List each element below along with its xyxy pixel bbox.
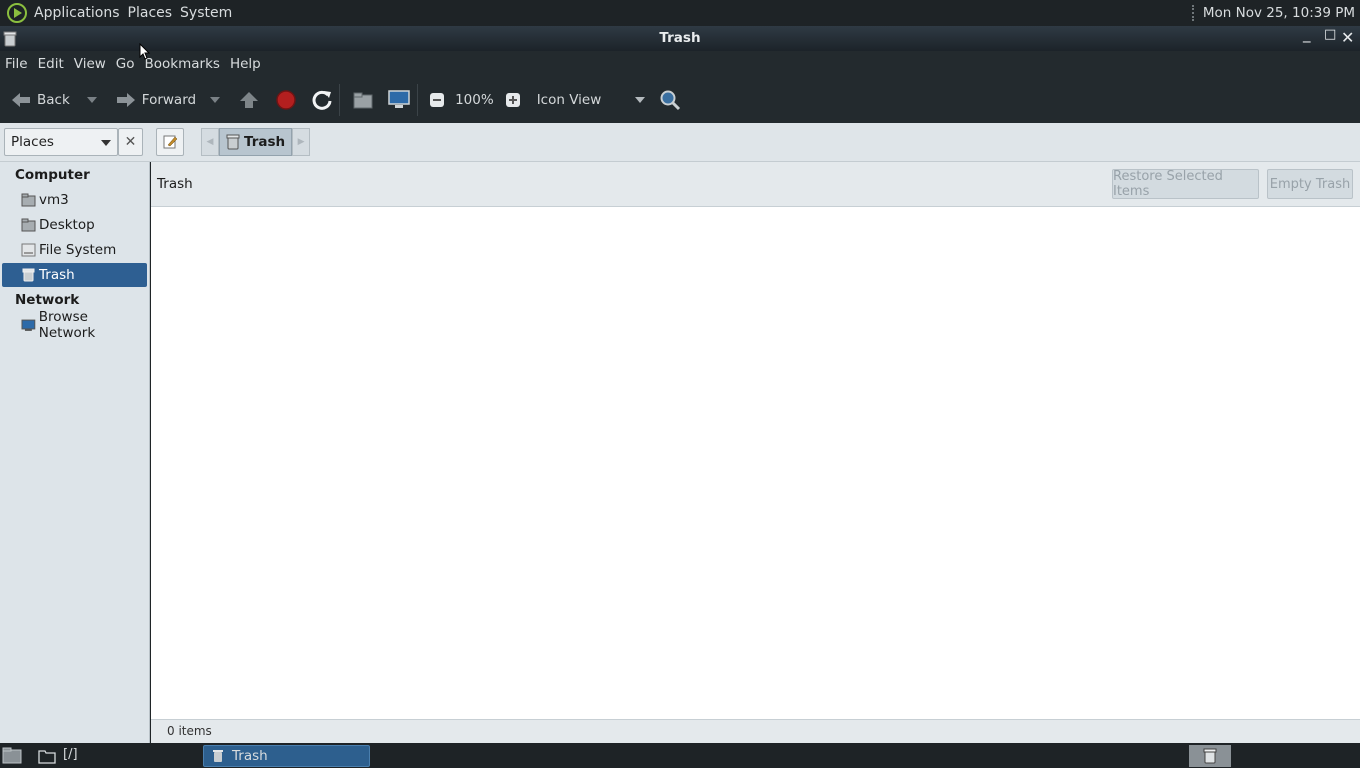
menu-edit[interactable]: Edit [38,56,64,72]
zoom-in-icon[interactable] [505,92,521,108]
sidebar-item-label: Browse Network [38,309,96,341]
sidebar-item-file-system[interactable]: File System [2,238,147,262]
menu-go[interactable]: Go [116,56,135,72]
clock[interactable]: Mon Nov 25, 10:39 PM [1203,5,1355,21]
forward-history-dropdown[interactable] [210,96,221,103]
breadcrumb: ◀ Trash ▶ [201,128,311,156]
toolbar: Back Forward 100% Icon View [0,76,1360,123]
menu-bookmarks[interactable]: Bookmarks [145,56,220,72]
back-arrow-icon [12,92,30,107]
sidebar-item-label: vm3 [39,192,69,208]
sidebar-item-label: Desktop [39,217,95,233]
view-mode-label: Icon View [536,91,602,108]
folder-icon[interactable] [38,748,56,764]
menu-help[interactable]: Help [230,56,261,72]
home-folder-icon [21,193,36,207]
back-label: Back [37,91,70,108]
breadcrumb-item-trash[interactable]: Trash [219,128,293,156]
menu-file[interactable]: File [5,56,28,72]
distro-logo-icon[interactable] [6,2,28,24]
applications-menu[interactable]: Applications [30,5,124,21]
forward-label: Forward [141,91,197,108]
task-label: Trash [232,748,268,764]
window-title: Trash [659,30,701,46]
toolbar-separator [339,83,341,116]
top-panel-menu: Applications Places System [0,0,236,26]
breadcrumb-right-arrow[interactable]: ▶ [292,128,311,156]
clock-area: Mon Nov 25, 10:39 PM [1191,0,1355,26]
search-icon[interactable] [659,89,681,111]
network-icon [21,319,36,331]
trash-icon [226,134,240,150]
location-bar: Places ✕ ◀ Trash ▶ [0,123,1360,162]
menubar: File Edit View Go Bookmarks Help [0,51,1360,76]
trash-icon [1203,748,1217,764]
sidebar-item-vm3[interactable]: vm3 [2,188,147,212]
taskbar-item-trash[interactable]: Trash [203,745,370,767]
toggle-location-entry-button[interactable] [156,128,184,156]
zoom-level[interactable]: 100% [455,92,494,108]
sidebar-mode-label: Places [11,134,54,150]
trash-applet[interactable] [1189,745,1231,767]
minimize-button[interactable]: _ [1303,25,1311,43]
sidebar-item-browse-network[interactable]: Browse Network [2,309,147,341]
sidebar-header-computer: Computer [15,167,90,183]
drive-icon [21,243,36,257]
view-mode-select[interactable]: Icon View [537,76,646,123]
back-button[interactable]: Back [10,76,97,123]
places-menu[interactable]: Places [124,5,177,21]
show-desktop-icon[interactable] [2,747,22,765]
maximize-button[interactable]: □ [1324,27,1336,42]
panel-handle [1191,5,1194,21]
window-titlebar[interactable]: Trash _ □ ✕ [0,25,1360,51]
sidebar-item-desktop[interactable]: Desktop [2,213,147,237]
breadcrumb-label: Trash [244,134,286,150]
sidebar-header-network: Network [15,292,80,308]
sidebar-mode-select[interactable]: Places [4,128,118,156]
statusbar: 0 items [151,719,1360,743]
breadcrumb-left-arrow[interactable]: ◀ [201,128,219,156]
trash-bar-label: Trash [157,176,193,192]
bottom-panel: [/] Trash [0,743,1360,768]
sidebar-item-label: Trash [39,267,75,283]
mouse-cursor-icon [139,43,151,60]
close-button[interactable]: ✕ [1341,28,1354,47]
view-mode-dropdown[interactable] [635,96,646,103]
reload-icon[interactable] [311,89,333,111]
home-folder-icon[interactable] [352,90,374,110]
stop-icon[interactable] [275,89,297,111]
forward-button[interactable]: Forward [115,76,221,123]
item-count: 0 items [167,724,212,738]
back-history-dropdown[interactable] [86,96,97,103]
restore-selected-items-button[interactable]: Restore Selected Items [1112,169,1259,199]
desktop-folder-icon [21,218,36,232]
places-sidebar: Computer vm3 Desktop File System Trash N… [0,162,150,743]
sidebar-item-label: File System [39,242,117,258]
file-view[interactable]: Trash Restore Selected Items Empty Trash… [151,162,1360,743]
close-sidebar-button[interactable]: ✕ [118,128,143,156]
empty-trash-button[interactable]: Empty Trash [1267,169,1353,199]
edit-icon [163,135,178,149]
computer-icon[interactable] [387,89,411,111]
trash-icon [22,268,35,282]
up-arrow-icon[interactable] [238,89,260,111]
workspace-switcher[interactable]: [/] [63,747,78,762]
sidebar-item-trash[interactable]: Trash [2,263,147,287]
toolbar-separator [417,83,419,116]
system-menu[interactable]: System [176,5,236,21]
trash-info-bar: Trash Restore Selected Items Empty Trash [151,162,1360,207]
forward-arrow-icon [116,92,135,107]
sidebar-mode-dropdown [101,140,111,146]
trash-icon [213,750,223,762]
close-icon: ✕ [124,134,137,150]
menu-view[interactable]: View [74,56,106,72]
zoom-out-icon[interactable] [429,92,445,108]
top-panel: Applications Places System Mon Nov 25, 1… [0,0,1360,26]
